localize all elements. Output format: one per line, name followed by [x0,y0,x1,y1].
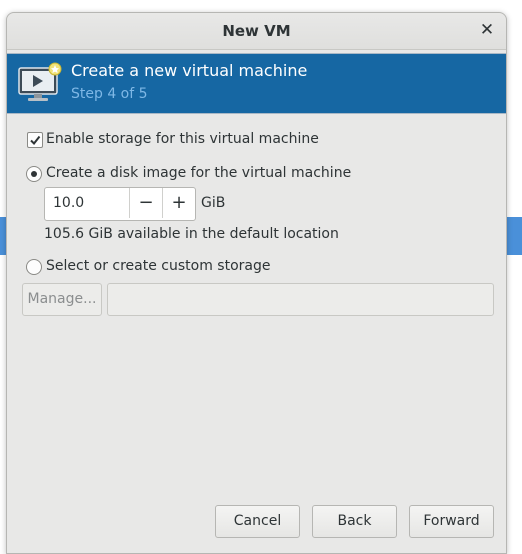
enable-storage-label[interactable]: Enable storage for this virtual machine [46,131,319,147]
custom-storage-label[interactable]: Select or create custom storage [46,258,271,274]
custom-storage-radio[interactable] [26,259,42,275]
enable-storage-checkbox[interactable] [27,132,43,148]
size-unit-label: GiB [201,195,226,211]
close-icon[interactable]: ✕ [478,21,496,39]
forward-button[interactable]: Forward [409,505,494,538]
wizard-step: Step 4 of 5 [71,86,148,102]
increment-button[interactable]: + [162,188,195,218]
window-title: New VM [222,22,291,40]
titlebar: New VM ✕ [7,13,506,50]
decrement-button[interactable]: − [129,188,162,218]
available-space-text: 105.6 GiB available in the default locat… [44,226,339,242]
create-disk-radio[interactable] [26,166,42,182]
wizard-header: Create a new virtual machine Step 4 of 5 [7,53,506,114]
back-button[interactable]: Back [312,505,397,538]
manage-button[interactable]: Manage... [22,283,102,316]
radio-selected-dot [31,171,37,177]
vm-icon [18,62,62,101]
cancel-button[interactable]: Cancel [215,505,300,538]
create-disk-label[interactable]: Create a disk image for the virtual mach… [46,165,351,181]
disk-size-input[interactable] [45,188,137,218]
custom-storage-path-field[interactable] [107,283,494,316]
wizard-title: Create a new virtual machine [71,61,308,80]
new-vm-dialog: New VM ✕ Create a new virtual machine St… [6,12,507,554]
disk-size-spinbutton: − + [44,187,196,221]
